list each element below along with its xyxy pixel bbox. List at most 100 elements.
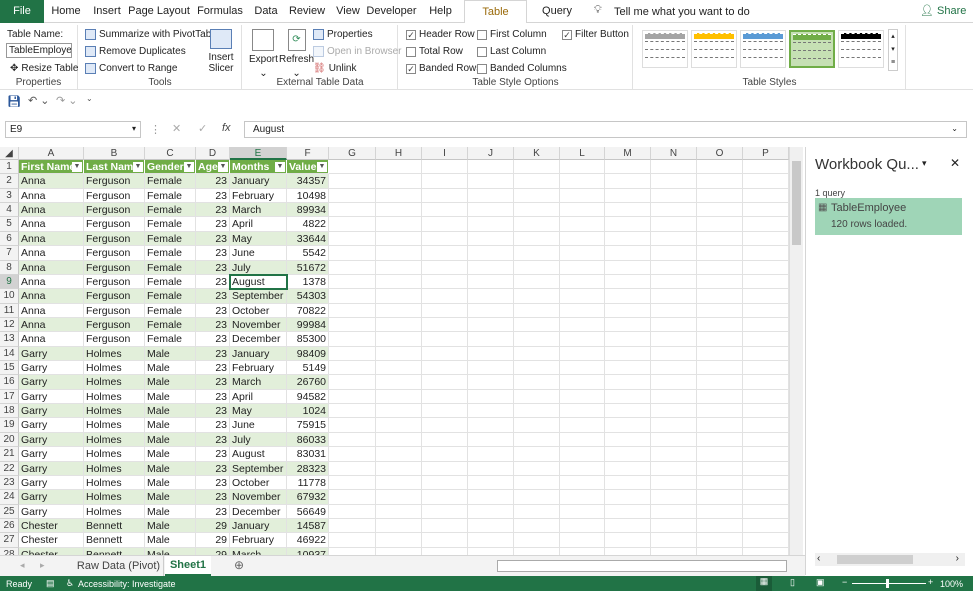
table-cell[interactable]: 23 bbox=[196, 274, 230, 290]
empty-cell[interactable] bbox=[376, 475, 422, 491]
empty-cell[interactable] bbox=[697, 490, 743, 505]
sheet-tab-sheet1[interactable]: Sheet1 bbox=[165, 556, 211, 576]
accessibility-status[interactable]: Accessibility: Investigate bbox=[78, 579, 176, 589]
table-header-cell[interactable]: Last Name ▼ bbox=[84, 160, 145, 175]
table-cell[interactable]: Male bbox=[145, 375, 196, 390]
empty-cell[interactable] bbox=[743, 418, 789, 433]
row-header[interactable]: 27 bbox=[0, 533, 19, 548]
last-column-checkbox[interactable]: Last Column bbox=[477, 46, 546, 57]
empty-cell[interactable] bbox=[560, 317, 605, 333]
empty-cell[interactable] bbox=[743, 375, 789, 390]
column-header-J[interactable]: J bbox=[468, 147, 514, 160]
filter-dropdown-icon[interactable]: ▼ bbox=[218, 162, 228, 172]
table-cell[interactable]: Male bbox=[145, 361, 196, 376]
table-cell[interactable]: Bennett bbox=[84, 533, 145, 548]
select-all[interactable]: ◢ bbox=[0, 147, 19, 160]
table-cell[interactable]: Anna bbox=[19, 174, 84, 189]
empty-cell[interactable] bbox=[468, 389, 514, 405]
table-style-swatch[interactable] bbox=[838, 30, 884, 68]
empty-cell[interactable] bbox=[605, 447, 651, 462]
row-header[interactable]: 20 bbox=[0, 432, 19, 448]
table-cell[interactable]: February bbox=[230, 361, 287, 376]
table-cell[interactable]: 23 bbox=[196, 303, 230, 318]
empty-cell[interactable] bbox=[514, 260, 560, 275]
empty-cell[interactable] bbox=[651, 361, 697, 376]
zoom-level[interactable]: 100% bbox=[940, 579, 963, 589]
empty-cell[interactable] bbox=[468, 547, 514, 555]
table-cell[interactable]: Holmes bbox=[84, 490, 145, 505]
empty-cell[interactable] bbox=[697, 404, 743, 419]
table-cell[interactable]: September bbox=[230, 461, 287, 476]
table-cell[interactable]: 23 bbox=[196, 346, 230, 362]
empty-cell[interactable] bbox=[422, 188, 468, 204]
empty-cell[interactable] bbox=[697, 160, 743, 175]
table-cell[interactable]: Female bbox=[145, 203, 196, 218]
table-header-cell[interactable]: First Name ▼ bbox=[19, 160, 84, 175]
table-cell[interactable]: 99984 bbox=[287, 317, 329, 333]
empty-cell[interactable] bbox=[468, 246, 514, 261]
table-cell[interactable]: 23 bbox=[196, 361, 230, 376]
table-cell[interactable]: Bennett bbox=[84, 547, 145, 555]
share-button[interactable]: 👤︎ Share bbox=[920, 4, 966, 17]
table-cell[interactable]: Female bbox=[145, 231, 196, 247]
empty-cell[interactable] bbox=[376, 461, 422, 476]
empty-cell[interactable] bbox=[605, 317, 651, 333]
row-header[interactable]: 5 bbox=[0, 217, 19, 232]
table-cell[interactable]: 23 bbox=[196, 289, 230, 304]
empty-cell[interactable] bbox=[514, 475, 560, 491]
empty-cell[interactable] bbox=[329, 432, 376, 448]
remove-duplicates-button[interactable]: Remove Duplicates bbox=[85, 46, 186, 57]
table-cell[interactable]: Garry bbox=[19, 389, 84, 405]
table-cell[interactable]: 5542 bbox=[287, 246, 329, 261]
table-cell[interactable]: 23 bbox=[196, 490, 230, 505]
table-cell[interactable]: Garry bbox=[19, 447, 84, 462]
cancel-icon[interactable]: ✕ bbox=[172, 122, 181, 135]
empty-cell[interactable] bbox=[422, 231, 468, 247]
empty-cell[interactable] bbox=[514, 533, 560, 548]
empty-cell[interactable] bbox=[329, 174, 376, 189]
empty-cell[interactable] bbox=[514, 188, 560, 204]
table-cell[interactable]: 10937 bbox=[287, 547, 329, 555]
empty-cell[interactable] bbox=[514, 231, 560, 247]
table-cell[interactable]: 70822 bbox=[287, 303, 329, 318]
empty-cell[interactable] bbox=[560, 375, 605, 390]
column-header-G[interactable]: G bbox=[329, 147, 376, 160]
empty-cell[interactable] bbox=[376, 375, 422, 390]
empty-cell[interactable] bbox=[422, 217, 468, 232]
table-cell[interactable]: Anna bbox=[19, 217, 84, 232]
empty-cell[interactable] bbox=[651, 303, 697, 318]
empty-cell[interactable] bbox=[329, 231, 376, 247]
table-cell[interactable]: Male bbox=[145, 475, 196, 491]
filter-dropdown-icon[interactable]: ▼ bbox=[133, 162, 143, 172]
filter-button-checkbox[interactable]: ✓ Filter Button bbox=[562, 29, 629, 40]
table-cell[interactable]: 28323 bbox=[287, 461, 329, 476]
table-cell[interactable]: Female bbox=[145, 274, 196, 290]
empty-cell[interactable] bbox=[329, 303, 376, 318]
column-header-A[interactable]: A bbox=[19, 147, 84, 160]
empty-cell[interactable] bbox=[422, 490, 468, 505]
empty-cell[interactable] bbox=[697, 547, 743, 555]
empty-cell[interactable] bbox=[697, 274, 743, 290]
empty-cell[interactable] bbox=[514, 346, 560, 362]
empty-cell[interactable] bbox=[651, 317, 697, 333]
empty-cell[interactable] bbox=[651, 188, 697, 204]
table-header-cell[interactable]: Months ▼ bbox=[230, 160, 287, 175]
total-row-checkbox[interactable]: Total Row bbox=[406, 46, 463, 57]
table-cell[interactable]: Anna bbox=[19, 231, 84, 247]
horizontal-scrollbar[interactable] bbox=[497, 560, 787, 572]
empty-cell[interactable] bbox=[560, 461, 605, 476]
table-cell[interactable]: Holmes bbox=[84, 418, 145, 433]
empty-cell[interactable] bbox=[376, 504, 422, 519]
empty-cell[interactable] bbox=[376, 246, 422, 261]
table-style-swatch[interactable] bbox=[642, 30, 688, 68]
name-box[interactable]: E9 ▾ bbox=[5, 121, 141, 138]
empty-cell[interactable] bbox=[422, 461, 468, 476]
table-cell[interactable]: March bbox=[230, 203, 287, 218]
empty-cell[interactable] bbox=[329, 260, 376, 275]
empty-cell[interactable] bbox=[514, 519, 560, 534]
table-cell[interactable]: 23 bbox=[196, 404, 230, 419]
table-cell[interactable]: Anna bbox=[19, 289, 84, 304]
empty-cell[interactable] bbox=[743, 203, 789, 218]
empty-cell[interactable] bbox=[605, 289, 651, 304]
empty-cell[interactable] bbox=[468, 361, 514, 376]
